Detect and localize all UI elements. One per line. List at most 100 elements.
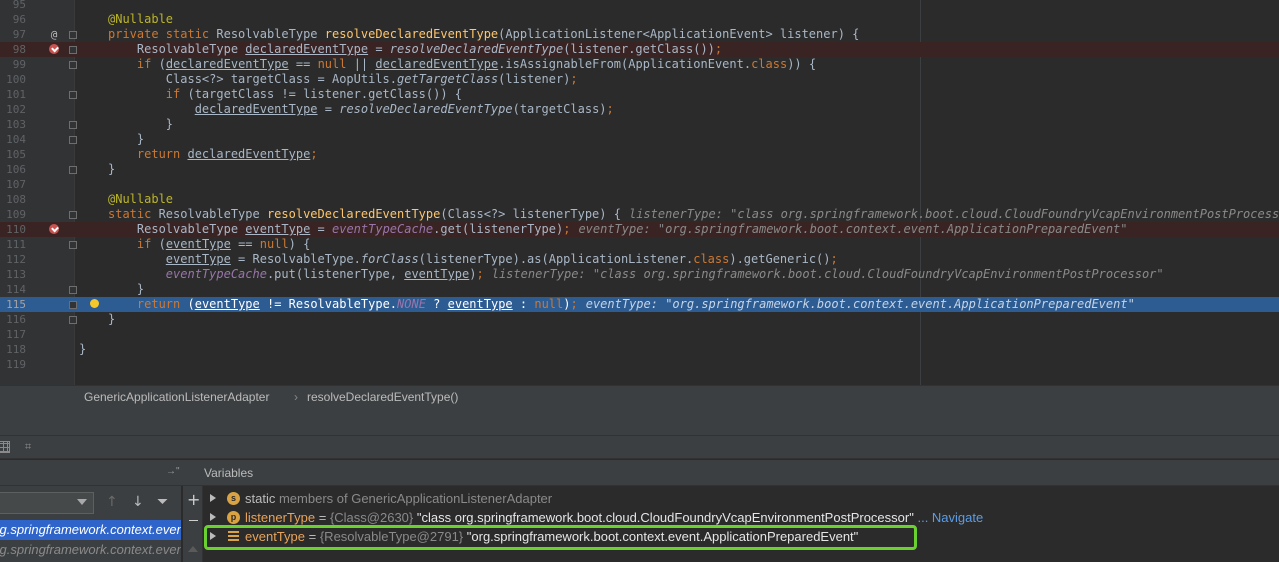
- code-line[interactable]: 101 if (targetClass != listener.getClass…: [0, 87, 1279, 102]
- expand-arrow-icon[interactable]: [210, 494, 216, 502]
- fold-marker-icon[interactable]: [69, 46, 77, 54]
- code-line[interactable]: 119: [0, 357, 1279, 372]
- inline-debug-value: listenerType: "class org.springframework…: [628, 207, 1279, 221]
- line-number[interactable]: 97: [0, 27, 26, 42]
- code-editor[interactable]: 95 96 @Nullable 97 @ private static Resolvabl…: [0, 0, 1279, 385]
- breadcrumb-separator: ›: [294, 390, 298, 404]
- next-frame-icon[interactable]: ↓: [132, 495, 144, 509]
- breadcrumb-class[interactable]: GenericApplicationListenerAdapter: [84, 386, 269, 409]
- line-number[interactable]: 107: [0, 177, 26, 192]
- pin-to-top-icon[interactable]: →": [166, 466, 180, 477]
- code-text: eventTypeCache.put(listenerType, eventTy…: [165, 267, 1164, 281]
- add-watch-icon[interactable]: +: [187, 492, 200, 508]
- code-line[interactable]: 108 @Nullable: [0, 192, 1279, 207]
- code-line[interactable]: 104 }: [0, 132, 1279, 147]
- line-number[interactable]: 115: [0, 297, 26, 312]
- code-line[interactable]: 110 ResolvableType eventType = eventType…: [0, 222, 1279, 237]
- code-line[interactable]: 106}: [0, 162, 1279, 177]
- frame-row[interactable]: org.springframework.context.event: [0, 540, 181, 560]
- fold-marker-icon[interactable]: [69, 301, 77, 309]
- frames-pane: ↑ ↓ ⏷ org.springframework.context.event …: [0, 486, 182, 562]
- line-number[interactable]: 118: [0, 342, 26, 357]
- code-line[interactable]: 116}: [0, 312, 1279, 327]
- navigate-link[interactable]: ... Navigate: [917, 510, 983, 525]
- breadcrumb-method[interactable]: resolveDeclaredEventType(): [307, 386, 458, 409]
- line-number[interactable]: 103: [0, 117, 26, 132]
- code-line[interactable]: 107: [0, 177, 1279, 192]
- code-line[interactable]: 118}: [0, 342, 1279, 357]
- code-text: static ResolvableType resolveDeclaredEve…: [108, 207, 1279, 222]
- line-number[interactable]: 116: [0, 312, 26, 327]
- fold-marker-icon[interactable]: [69, 166, 77, 174]
- filter-icon[interactable]: ⏷: [157, 495, 168, 509]
- intention-bulb-icon[interactable]: [87, 297, 101, 312]
- fold-marker-icon[interactable]: [69, 121, 77, 129]
- code-line[interactable]: 109 static ResolvableType resolveDeclared…: [0, 207, 1279, 222]
- line-number[interactable]: 100: [0, 72, 26, 87]
- code-text: }: [108, 312, 116, 326]
- inline-debug-value: eventType: "org.springframework.boot.con…: [578, 222, 1128, 236]
- code-text: ResolvableType eventType = eventTypeCach…: [108, 222, 1128, 236]
- fold-marker-icon[interactable]: [69, 286, 77, 294]
- frame-row-selected[interactable]: org.springframework.context.event: [0, 520, 181, 540]
- code-text: }: [79, 342, 87, 356]
- line-number[interactable]: 114: [0, 282, 26, 297]
- code-text: }: [108, 282, 145, 296]
- line-number[interactable]: 102: [0, 102, 26, 117]
- code-line[interactable]: 99 if (declaredEventType == null || decl…: [0, 57, 1279, 72]
- code-line[interactable]: 112 eventType = ResolvableType.forClass(…: [0, 252, 1279, 267]
- code-line[interactable]: 103 }: [0, 117, 1279, 132]
- line-number[interactable]: 109: [0, 207, 26, 222]
- line-number[interactable]: 104: [0, 132, 26, 147]
- line-number[interactable]: 111: [0, 237, 26, 252]
- code-text: eventType = ResolvableType.forClass(list…: [165, 252, 838, 266]
- variable-name: listenerType: [245, 510, 316, 525]
- expand-arrow-icon[interactable]: [210, 513, 216, 521]
- thread-select[interactable]: [0, 492, 94, 514]
- code-line[interactable]: 96 @Nullable: [0, 12, 1279, 27]
- previous-frame-icon[interactable]: ↑: [106, 495, 118, 509]
- parameter-badge-icon: p: [227, 511, 240, 524]
- line-number[interactable]: 112: [0, 252, 26, 267]
- code-line[interactable]: 114 }: [0, 282, 1279, 297]
- code-line[interactable]: 105 return declaredEventType;: [0, 147, 1279, 162]
- fold-marker-icon[interactable]: [69, 91, 77, 99]
- fold-marker-icon[interactable]: [69, 241, 77, 249]
- move-up-icon[interactable]: [188, 546, 198, 552]
- at-sign-icon[interactable]: @: [47, 27, 61, 42]
- code-line[interactable]: 97 @ private static ResolvableType resolve…: [0, 27, 1279, 42]
- line-number[interactable]: 105: [0, 147, 26, 162]
- fold-marker-icon[interactable]: [69, 61, 77, 69]
- fold-marker-icon[interactable]: [69, 136, 77, 144]
- code-line[interactable]: 115 return (eventType != ResolvableType.…: [0, 297, 1279, 312]
- line-number[interactable]: 113: [0, 267, 26, 282]
- code-line[interactable]: 98 ResolvableType declaredEventType = re…: [0, 42, 1279, 57]
- code-line[interactable]: 102 declaredEventType = resolveDeclaredE…: [0, 102, 1279, 117]
- variable-type: {Class@2630}: [329, 510, 414, 525]
- fold-marker-icon[interactable]: [69, 31, 77, 39]
- remove-watch-icon[interactable]: [189, 520, 198, 521]
- line-number[interactable]: 99: [0, 57, 26, 72]
- line-number[interactable]: 110: [0, 222, 26, 237]
- fold-marker-icon[interactable]: [69, 316, 77, 324]
- breakpoint-check-icon[interactable]: [47, 42, 61, 58]
- code-line[interactable]: 95: [0, 0, 1279, 12]
- variables-title: Variables: [204, 466, 254, 480]
- line-number[interactable]: 119: [0, 357, 26, 372]
- breakpoint-check-icon[interactable]: [47, 222, 61, 238]
- code-line[interactable]: 100 Class<?> targetClass = AopUtils.getT…: [0, 72, 1279, 87]
- line-number[interactable]: 108: [0, 192, 26, 207]
- line-number[interactable]: 96: [0, 12, 26, 27]
- restore-layout-icon[interactable]: ⌗: [25, 441, 37, 453]
- code-line[interactable]: 113 eventTypeCache.put(listenerType, eve…: [0, 267, 1279, 282]
- frames-layout-icon[interactable]: [0, 441, 10, 453]
- inline-debug-value: eventType: "org.springframework.boot.con…: [585, 297, 1135, 311]
- line-number[interactable]: 117: [0, 327, 26, 342]
- code-line[interactable]: 111 if (eventType == null) {: [0, 237, 1279, 252]
- line-number[interactable]: 98: [0, 42, 26, 57]
- code-line[interactable]: 117: [0, 327, 1279, 342]
- line-number[interactable]: 95: [0, 0, 26, 12]
- fold-marker-icon[interactable]: [69, 211, 77, 219]
- line-number[interactable]: 106: [0, 162, 26, 177]
- line-number[interactable]: 101: [0, 87, 26, 102]
